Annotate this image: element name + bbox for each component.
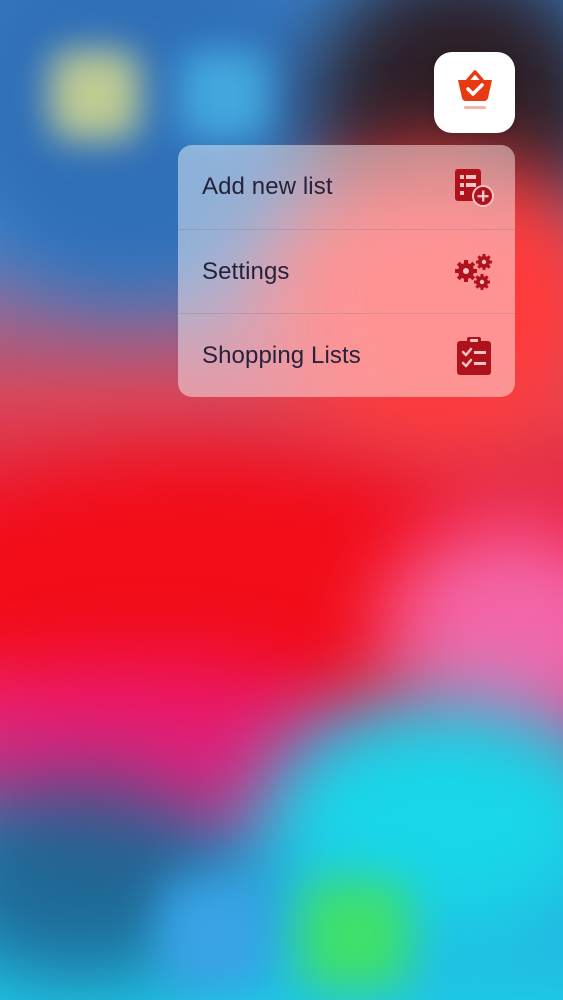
shopping-lists-label: Shopping Lists: [202, 341, 361, 369]
settings-action[interactable]: Settings: [178, 229, 515, 313]
app-icon[interactable]: [434, 52, 515, 133]
add-new-list-label: Add new list: [202, 173, 333, 200]
gears-icon: [453, 251, 495, 293]
quick-actions-menu: Add new list Settings Shopping Lists: [178, 145, 515, 397]
shopping-lists-action[interactable]: Shopping Lists: [178, 313, 515, 397]
clipboard-check-icon: [453, 335, 495, 377]
settings-label: Settings: [202, 257, 290, 285]
add-list-icon: [453, 166, 495, 208]
shopping-basket-icon: [455, 68, 495, 117]
add-new-list-action[interactable]: Add new list: [178, 145, 515, 229]
